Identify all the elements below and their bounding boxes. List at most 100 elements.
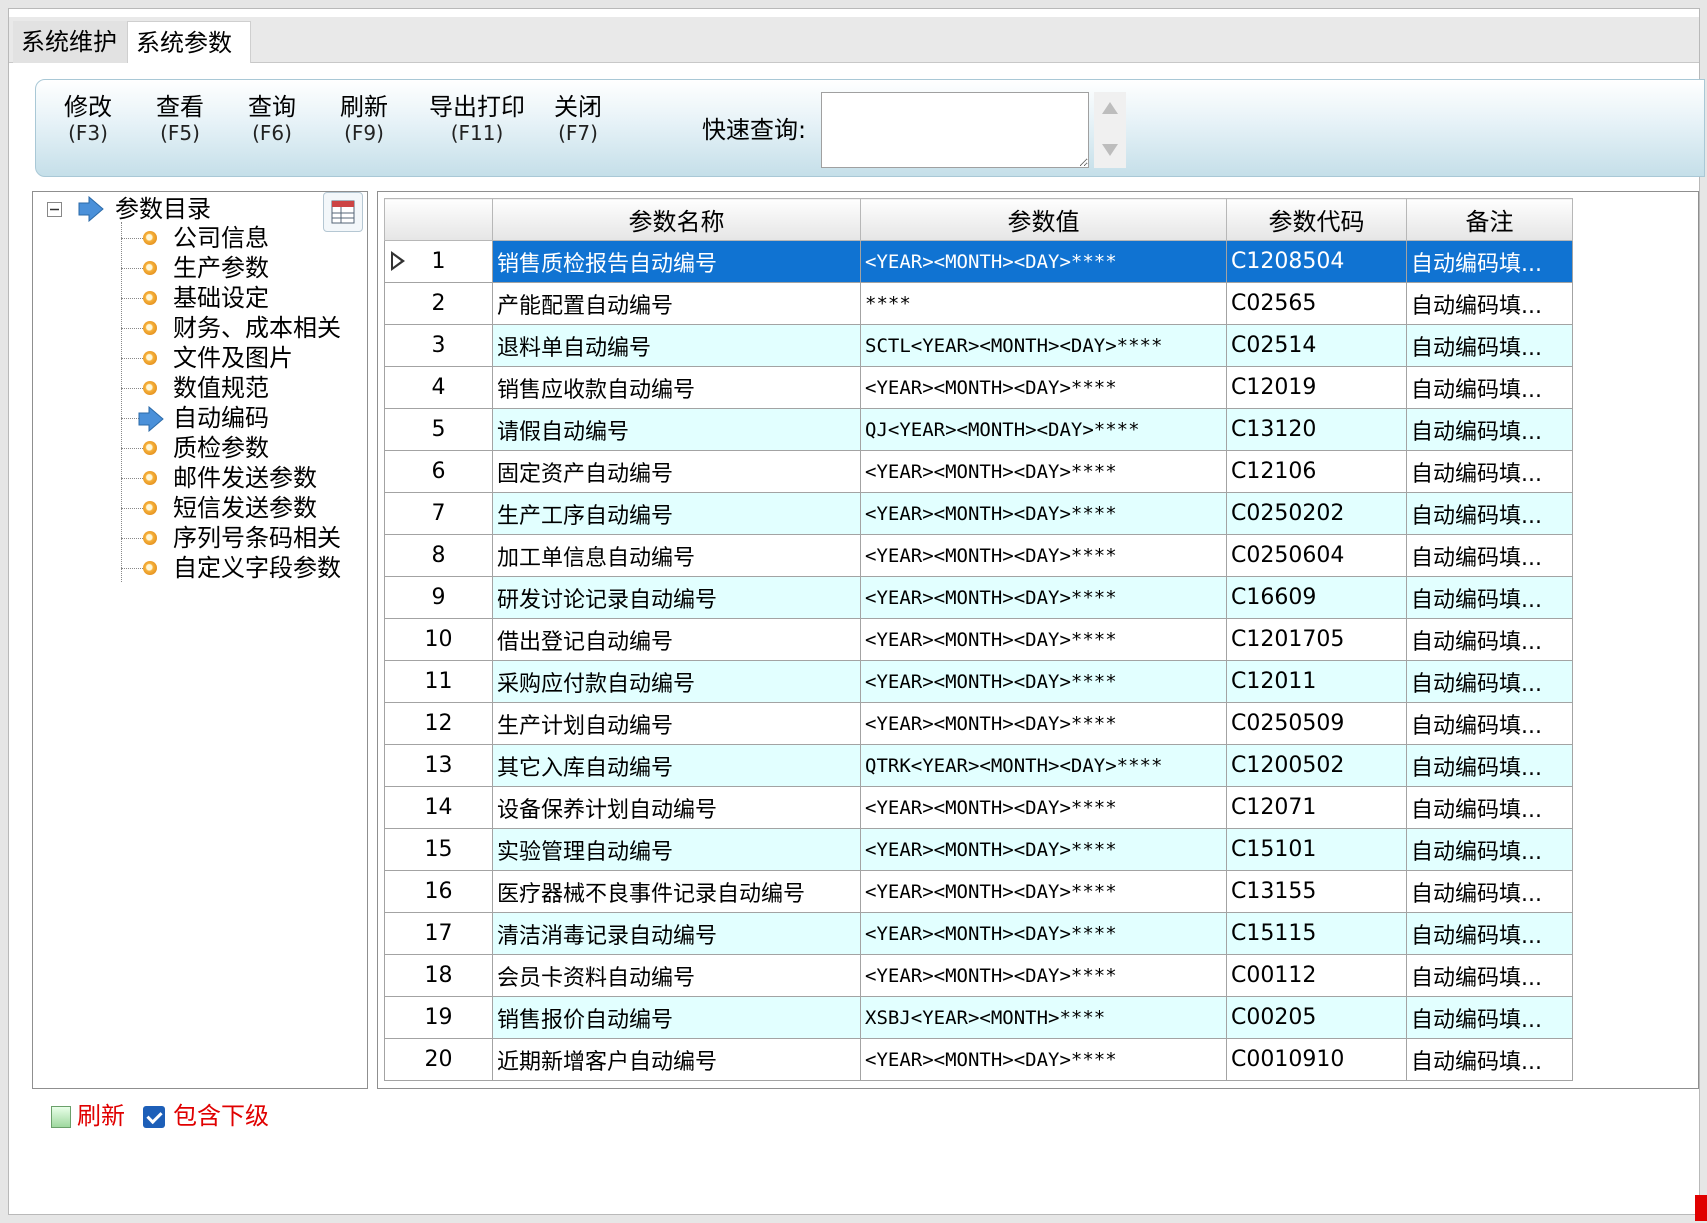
cell-param-name[interactable]: 近期新增客户自动编号 <box>492 1038 861 1081</box>
cell-remark[interactable]: 自动编码填... <box>1406 996 1573 1039</box>
cell-param-value[interactable]: SCTL<YEAR><MONTH><DAY>**** <box>860 324 1227 367</box>
cell-remark[interactable]: 自动编码填... <box>1406 786 1573 829</box>
cell-param-name[interactable]: 其它入库自动编号 <box>492 744 861 787</box>
cell-remark[interactable]: 自动编码填... <box>1406 954 1573 997</box>
cell-param-code[interactable]: C12106 <box>1226 450 1407 493</box>
header-param-value[interactable]: 参数值 <box>860 198 1227 241</box>
cell-param-code[interactable]: C1208504 <box>1226 240 1407 283</box>
header-param-code[interactable]: 参数代码 <box>1226 198 1407 241</box>
cell-param-code[interactable]: C02565 <box>1226 282 1407 325</box>
header-remark[interactable]: 备注 <box>1406 198 1573 241</box>
cell-param-value[interactable]: <YEAR><MONTH><DAY>**** <box>860 870 1227 913</box>
cell-param-code[interactable]: C12019 <box>1226 366 1407 409</box>
tree-item-serial-barcode[interactable]: 序列号条码相关 <box>173 523 341 553</box>
table-row[interactable]: 6 固定资产自动编号 <YEAR><MONTH><DAY>**** C12106 自动编… <box>384 450 1573 493</box>
cell-param-code[interactable]: C0010910 <box>1226 1038 1407 1081</box>
tree-item-numeric-rules[interactable]: 数值规范 <box>173 373 269 403</box>
tree-item-qc-params[interactable]: 质检参数 <box>173 433 269 463</box>
cell-param-code[interactable]: C0250509 <box>1226 702 1407 745</box>
cell-param-value[interactable]: <YEAR><MONTH><DAY>**** <box>860 618 1227 661</box>
cell-param-code[interactable]: C00205 <box>1226 996 1407 1039</box>
tree-item-basic-settings[interactable]: 基础设定 <box>173 283 269 313</box>
cell-param-value[interactable]: <YEAR><MONTH><DAY>**** <box>860 954 1227 997</box>
tree-item-auto-numbering[interactable]: 自动编码 <box>173 403 269 433</box>
cell-remark[interactable]: 自动编码填... <box>1406 870 1573 913</box>
cell-remark[interactable]: 自动编码填... <box>1406 576 1573 619</box>
cell-param-value[interactable]: <YEAR><MONTH><DAY>**** <box>860 534 1227 577</box>
table-row[interactable]: 9 研发讨论记录自动编号 <YEAR><MONTH><DAY>**** C16609 自… <box>384 576 1573 619</box>
cell-param-code[interactable]: C02514 <box>1226 324 1407 367</box>
cell-remark[interactable]: 自动编码填... <box>1406 450 1573 493</box>
cell-param-value[interactable]: <YEAR><MONTH><DAY>**** <box>860 660 1227 703</box>
cell-param-value[interactable]: <YEAR><MONTH><DAY>**** <box>860 912 1227 955</box>
cell-param-code[interactable]: C1200502 <box>1226 744 1407 787</box>
table-row[interactable]: 15 实验管理自动编号 <YEAR><MONTH><DAY>**** C15101 自动… <box>384 828 1573 871</box>
edit-button[interactable]: 修改 (F3) <box>58 94 118 146</box>
collapse-icon[interactable] <box>47 202 63 218</box>
table-row[interactable]: 2 产能配置自动编号 **** C02565 自动编码填... <box>384 282 1573 325</box>
cell-param-value[interactable]: <YEAR><MONTH><DAY>**** <box>860 450 1227 493</box>
cell-param-name[interactable]: 产能配置自动编号 <box>492 282 861 325</box>
tab-system-parameters[interactable]: 系统参数 <box>127 21 251 63</box>
cell-param-name[interactable]: 清洁消毒记录自动编号 <box>492 912 861 955</box>
cell-remark[interactable]: 自动编码填... <box>1406 324 1573 367</box>
cell-remark[interactable]: 自动编码填... <box>1406 660 1573 703</box>
cell-param-name[interactable]: 加工单信息自动编号 <box>492 534 861 577</box>
cell-remark[interactable]: 自动编码填... <box>1406 1038 1573 1081</box>
cell-param-code[interactable]: C13120 <box>1226 408 1407 451</box>
include-subitems-checkbox[interactable]: 包含下级 <box>143 1099 269 1133</box>
cell-param-name[interactable]: 销售报价自动编号 <box>492 996 861 1039</box>
cell-param-name[interactable]: 销售应收款自动编号 <box>492 366 861 409</box>
cell-param-value[interactable]: <YEAR><MONTH><DAY>**** <box>860 702 1227 745</box>
tree-item-custom-fields[interactable]: 自定义字段参数 <box>173 553 341 583</box>
cell-param-value[interactable]: <YEAR><MONTH><DAY>**** <box>860 240 1227 283</box>
quick-search-input[interactable] <box>821 92 1089 168</box>
tree-item-email-params[interactable]: 邮件发送参数 <box>173 463 317 493</box>
table-row[interactable]: 8 加工单信息自动编号 <YEAR><MONTH><DAY>**** C0250604… <box>384 534 1573 577</box>
cell-remark[interactable]: 自动编码填... <box>1406 366 1573 409</box>
query-button[interactable]: 查询 (F6) <box>242 94 302 146</box>
cell-param-value[interactable]: <YEAR><MONTH><DAY>**** <box>860 492 1227 535</box>
table-row[interactable]: 12 生产计划自动编号 <YEAR><MONTH><DAY>**** C0250509… <box>384 702 1573 745</box>
refresh-button[interactable]: 刷新 (F9) <box>334 94 394 146</box>
cell-param-name[interactable]: 生产计划自动编号 <box>492 702 861 745</box>
cell-param-code[interactable]: C15115 <box>1226 912 1407 955</box>
table-row[interactable]: 10 借出登记自动编号 <YEAR><MONTH><DAY>**** C1201705… <box>384 618 1573 661</box>
cell-remark[interactable]: 自动编码填... <box>1406 828 1573 871</box>
tree-item-files-images[interactable]: 文件及图片 <box>173 343 293 373</box>
cell-remark[interactable]: 自动编码填... <box>1406 282 1573 325</box>
tree-options-icon[interactable] <box>323 192 363 232</box>
cell-param-value[interactable]: QJ<YEAR><MONTH><DAY>**** <box>860 408 1227 451</box>
cell-remark[interactable]: 自动编码填... <box>1406 702 1573 745</box>
table-row[interactable]: 18 会员卡资料自动编号 <YEAR><MONTH><DAY>**** C00112 自… <box>384 954 1573 997</box>
cell-param-value[interactable]: <YEAR><MONTH><DAY>**** <box>860 1038 1227 1081</box>
tree-item-company-info[interactable]: 公司信息 <box>173 223 269 253</box>
cell-remark[interactable]: 自动编码填... <box>1406 240 1573 283</box>
cell-param-name[interactable]: 借出登记自动编号 <box>492 618 861 661</box>
cell-param-name[interactable]: 会员卡资料自动编号 <box>492 954 861 997</box>
cell-param-value[interactable]: <YEAR><MONTH><DAY>**** <box>860 786 1227 829</box>
cell-param-value[interactable]: <YEAR><MONTH><DAY>**** <box>860 366 1227 409</box>
tab-system-maintenance[interactable]: 系统维护 <box>13 21 131 63</box>
cell-param-code[interactable]: C00112 <box>1226 954 1407 997</box>
cell-param-name[interactable]: 医疗器械不良事件记录自动编号 <box>492 870 861 913</box>
scroll-down-icon[interactable] <box>1102 144 1118 156</box>
export-print-button[interactable]: 导出打印 (F11) <box>422 94 532 146</box>
cell-param-name[interactable]: 研发讨论记录自动编号 <box>492 576 861 619</box>
cell-param-value[interactable]: QTRK<YEAR><MONTH><DAY>**** <box>860 744 1227 787</box>
tree-item-finance-cost[interactable]: 财务、成本相关 <box>173 313 341 343</box>
table-row[interactable]: 3 退料单自动编号 SCTL<YEAR><MONTH><DAY>**** C02514… <box>384 324 1573 367</box>
tree-root-label[interactable]: 参数目录 <box>115 194 211 224</box>
cell-param-code[interactable]: C1201705 <box>1226 618 1407 661</box>
cell-param-code[interactable]: C12071 <box>1226 786 1407 829</box>
table-row[interactable]: 20 近期新增客户自动编号 <YEAR><MONTH><DAY>**** C00109… <box>384 1038 1573 1081</box>
cell-remark[interactable]: 自动编码填... <box>1406 744 1573 787</box>
footer-refresh-button[interactable]: 刷新 <box>51 1099 125 1133</box>
cell-remark[interactable]: 自动编码填... <box>1406 618 1573 661</box>
cell-param-code[interactable]: C15101 <box>1226 828 1407 871</box>
cell-remark[interactable]: 自动编码填... <box>1406 534 1573 577</box>
header-param-name[interactable]: 参数名称 <box>492 198 861 241</box>
table-row[interactable]: 16 医疗器械不良事件记录自动编号 <YEAR><MONTH><DAY>**** C1… <box>384 870 1573 913</box>
cell-param-value[interactable]: **** <box>860 282 1227 325</box>
table-row[interactable]: 11 采购应付款自动编号 <YEAR><MONTH><DAY>**** C12011 自… <box>384 660 1573 703</box>
